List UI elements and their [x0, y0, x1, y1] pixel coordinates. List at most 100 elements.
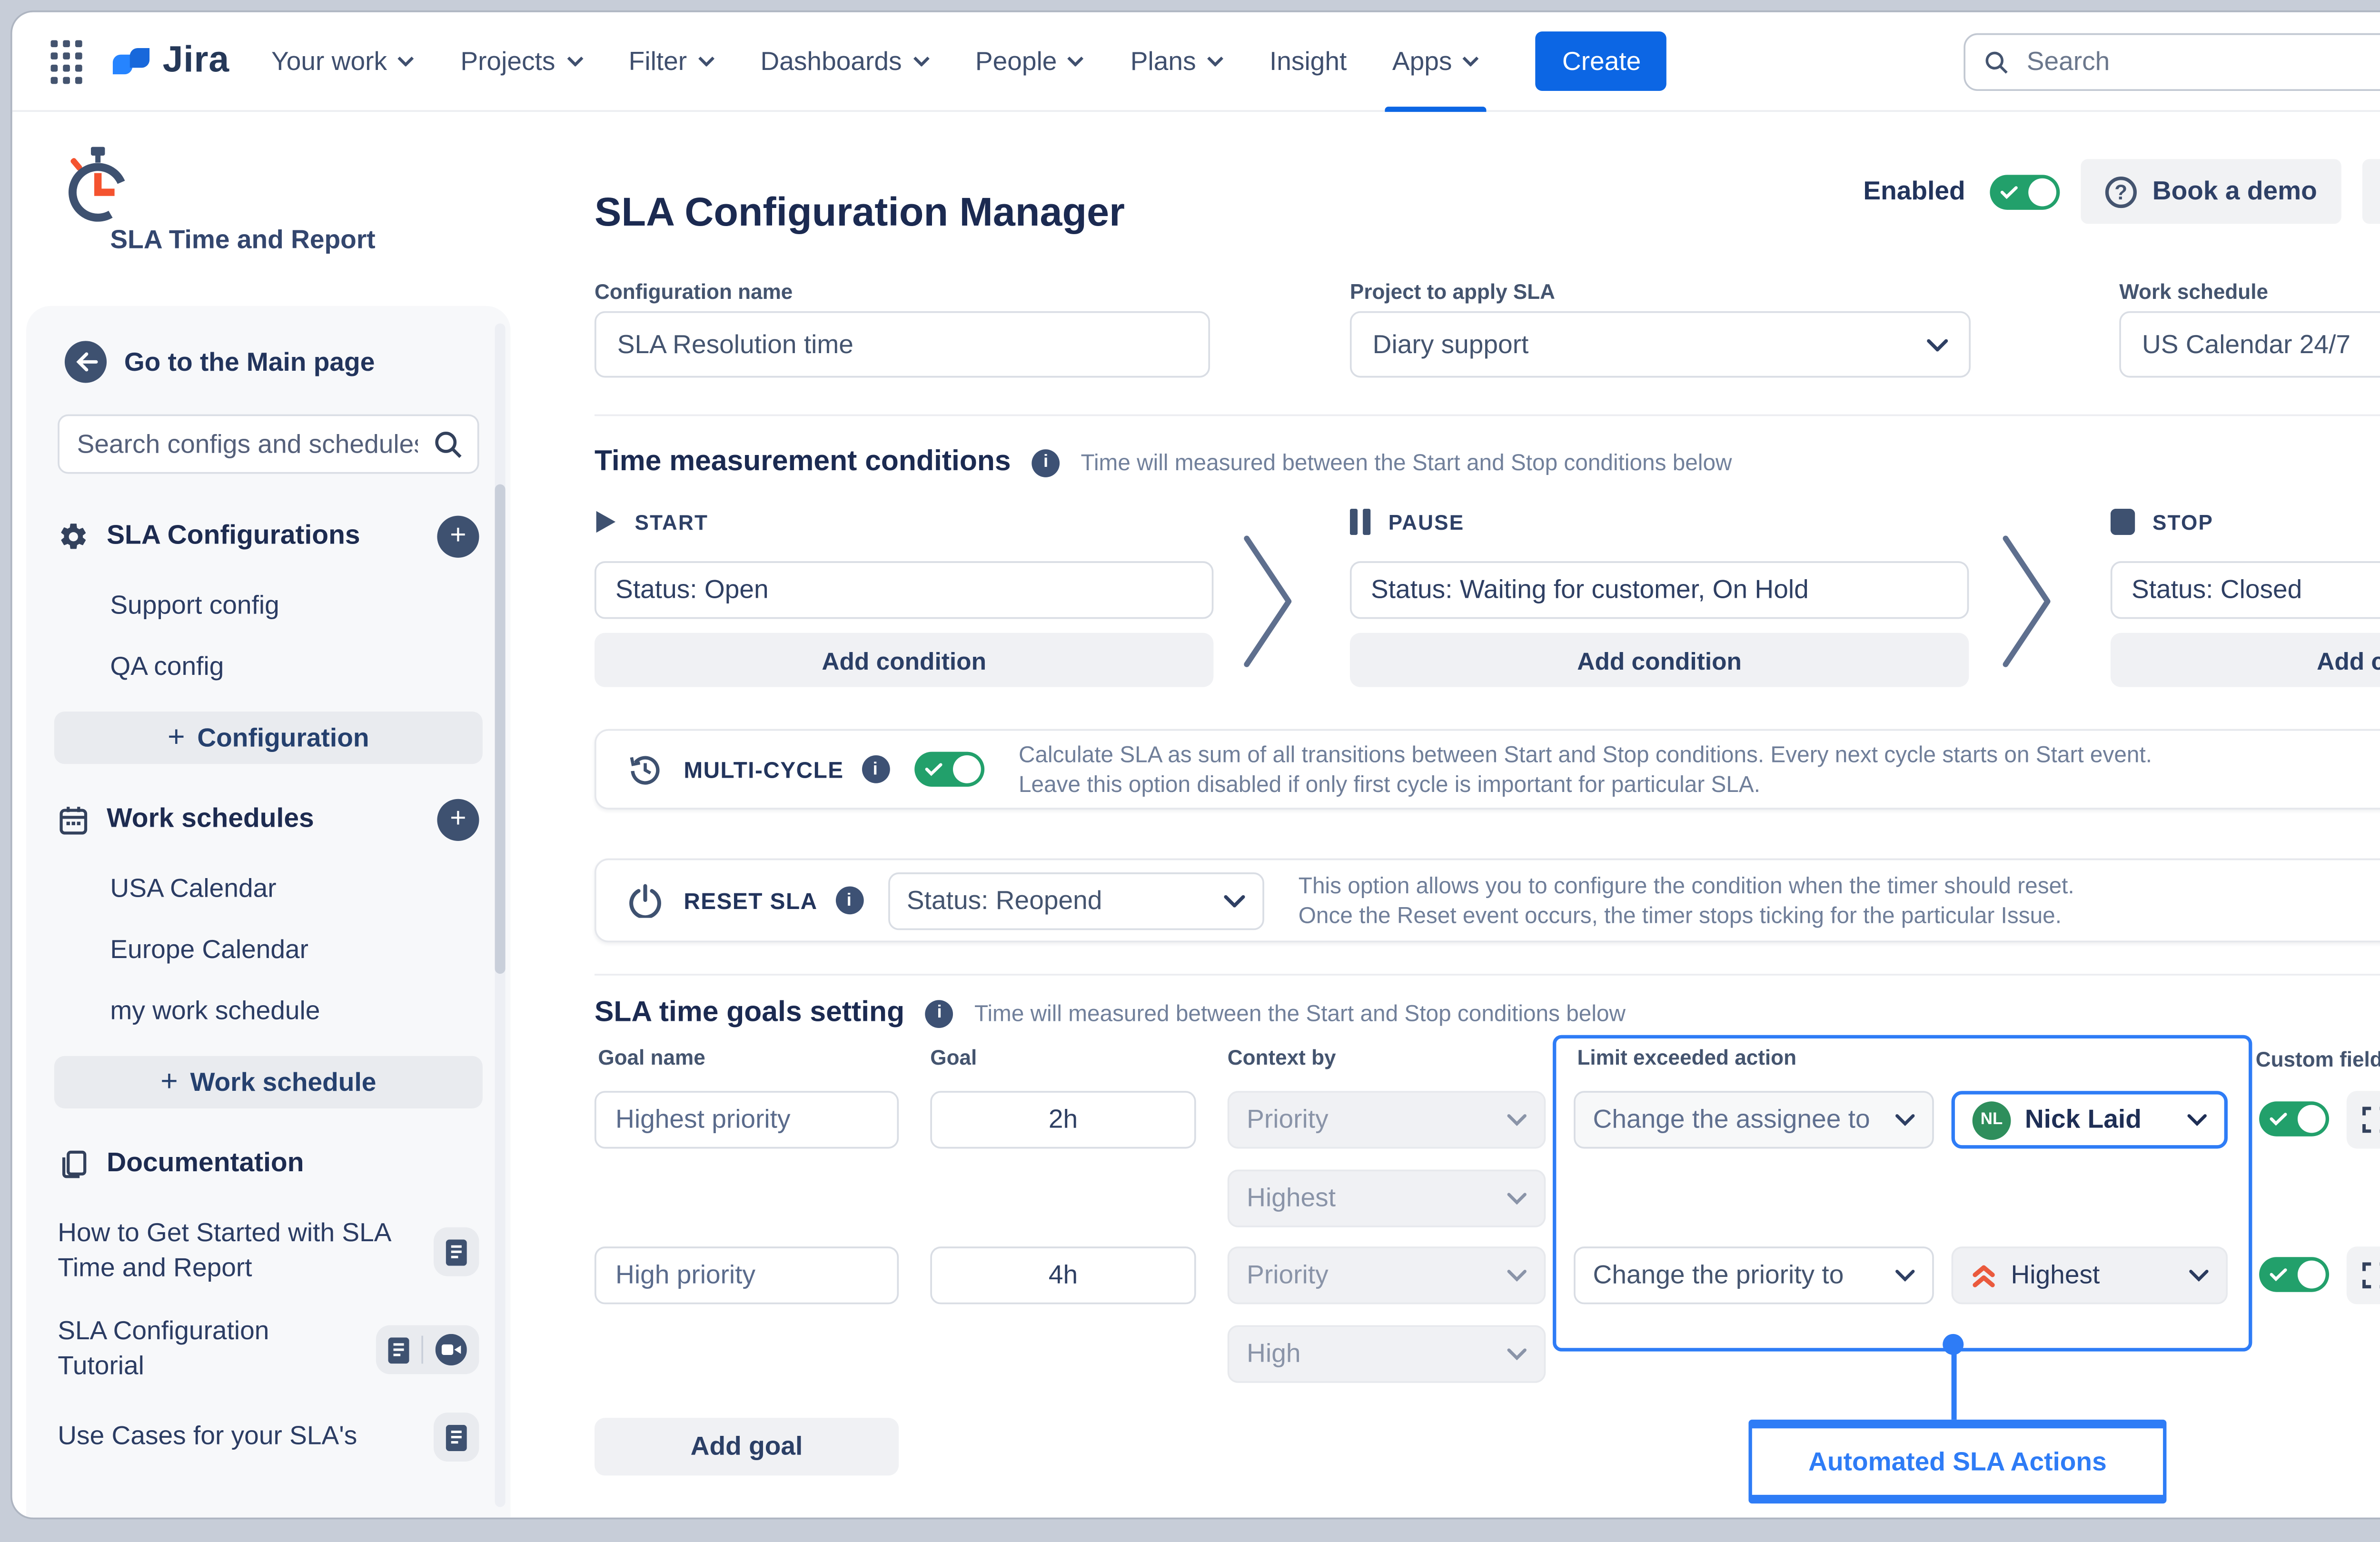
sidebar-item-usa-calendar[interactable]: USA Calendar — [54, 859, 483, 920]
nav-filter[interactable]: Filter — [629, 12, 715, 111]
configs-search-input[interactable] — [58, 415, 479, 474]
sidebar-item-europe-calendar[interactable]: Europe Calendar — [54, 919, 483, 981]
multi-cycle-label: MULTI-CYCLE — [684, 756, 843, 782]
sidebar-scrollbar[interactable] — [495, 484, 506, 974]
nav-your-work[interactable]: Your work — [271, 12, 415, 111]
sidebar-item-my-work-schedule[interactable]: my work schedule — [54, 981, 483, 1042]
chevron-down-icon — [2188, 1114, 2207, 1126]
chevron-down-icon — [1507, 1348, 1527, 1360]
nav-dashboards[interactable]: Dashboards — [760, 12, 930, 111]
stop-condition-field[interactable]: Status: Closed — [2111, 561, 2380, 619]
doc-link-use-cases[interactable]: Use Cases for your SLA's — [54, 1399, 483, 1476]
nav-right-cluster: 9+ ? — [1964, 32, 2380, 90]
doc-link-configuration-tutorial[interactable]: SLA Configuration Tutorial — [54, 1301, 483, 1399]
goal-name-input[interactable] — [595, 1091, 899, 1148]
context-value-select[interactable]: Highest — [1228, 1170, 1546, 1227]
nav-projects[interactable]: Projects — [460, 12, 583, 111]
header-controls: Enabled ? Book a demo Setup Wizard — [1863, 159, 2380, 224]
app-switcher-icon[interactable] — [51, 40, 82, 83]
chevron-down-icon — [397, 56, 415, 67]
add-configuration-button[interactable]: + Configuration — [54, 712, 483, 764]
configs-search[interactable] — [58, 415, 479, 474]
doc-link-get-started[interactable]: How to Get Started with SLA Time and Rep… — [54, 1203, 483, 1301]
jira-logo-text: Jira — [163, 40, 229, 82]
back-arrow-icon — [65, 341, 107, 383]
chevron-down-icon — [1068, 56, 1085, 67]
expand-icon[interactable] — [2347, 1246, 2380, 1304]
add-work-schedule-button[interactable]: + Work schedule — [54, 1056, 483, 1108]
chevron-down-icon — [1207, 56, 1224, 67]
app-title: SLA Time and Report — [110, 226, 375, 255]
limit-action-select[interactable]: Change the assignee to — [1574, 1091, 1934, 1148]
add-configuration-icon-button[interactable]: + — [437, 516, 479, 558]
chevron-down-icon — [2189, 1269, 2208, 1282]
main-menu: Your work Projects Filter Dashboards Peo… — [271, 12, 1667, 111]
book-demo-button[interactable]: ? Book a demo — [2081, 159, 2341, 224]
project-select[interactable]: Diary support — [1350, 311, 1971, 378]
sla-configurations-gear-icon — [58, 521, 89, 553]
enabled-toggle[interactable] — [1990, 174, 2060, 209]
context-by-select[interactable]: Priority — [1228, 1091, 1546, 1148]
work-schedules-section: Work schedules + — [58, 792, 479, 848]
article-video-badge — [376, 1325, 479, 1374]
context-value-select[interactable]: High — [1228, 1325, 1546, 1383]
stop-header: STOP — [2111, 509, 2213, 535]
article-icon — [446, 1424, 467, 1450]
custom-field-toggle[interactable] — [2259, 1101, 2329, 1136]
app-window: Jira Your work Projects Filter Dashboard… — [12, 12, 2380, 1518]
config-name-input[interactable] — [595, 311, 1210, 378]
sidebar: SLA Time and Report Go to the Main page … — [12, 114, 511, 1518]
goal-time-input[interactable] — [930, 1091, 1196, 1148]
pause-header: PAUSE — [1350, 509, 1464, 535]
goal-time-input[interactable] — [930, 1246, 1196, 1304]
search-icon — [1983, 46, 2009, 76]
nav-people[interactable]: People — [975, 12, 1085, 111]
multi-cycle-toggle[interactable] — [914, 752, 984, 787]
info-icon[interactable]: i — [835, 886, 863, 914]
add-schedule-icon-button[interactable]: + — [437, 799, 479, 841]
global-search[interactable] — [1964, 32, 2380, 90]
info-icon[interactable]: i — [861, 755, 889, 783]
context-by-column-header: Context by — [1228, 1046, 1336, 1070]
pause-condition-field[interactable]: Status: Waiting for customer, On Hold — [1350, 561, 1969, 619]
user-avatar: NL — [1973, 1100, 2011, 1139]
start-condition-field[interactable]: Status: Open — [595, 561, 1213, 619]
goal-name-input[interactable] — [595, 1246, 899, 1304]
sidebar-item-support-config[interactable]: Support config — [54, 575, 483, 637]
nav-apps[interactable]: Apps — [1392, 12, 1480, 111]
documents-icon — [58, 1148, 89, 1180]
work-schedule-select[interactable]: US Calendar 24/7 — [2119, 311, 2380, 378]
context-by-select[interactable]: Priority — [1228, 1246, 1546, 1304]
pause-add-condition-button[interactable]: Add condition — [1350, 633, 1969, 687]
expand-icon[interactable] — [2347, 1091, 2380, 1148]
chevron-down-icon — [1463, 56, 1480, 67]
limit-action-select[interactable]: Change the priority to — [1574, 1246, 1934, 1304]
video-icon — [436, 1334, 467, 1365]
start-add-condition-button[interactable]: Add condition — [595, 633, 1213, 687]
assignee-select[interactable]: NL Nick Laid — [1952, 1091, 2228, 1148]
reset-condition-select[interactable]: Status: Reopend — [888, 871, 1264, 929]
sidebar-item-qa-config[interactable]: QA config — [54, 636, 483, 698]
top-navigation: Jira Your work Projects Filter Dashboard… — [12, 12, 2380, 112]
active-tab-indicator — [1385, 106, 1487, 111]
create-button[interactable]: Create — [1536, 31, 1667, 91]
chevron-right-separator-icon — [2000, 533, 2053, 670]
enabled-label: Enabled — [1863, 177, 1965, 206]
global-search-input[interactable] — [2023, 45, 2380, 78]
add-goal-button[interactable]: Add goal — [595, 1418, 899, 1475]
multi-cycle-description: Calculate SLA as sum of all transitions … — [1019, 740, 2152, 799]
info-icon[interactable]: i — [925, 999, 953, 1027]
back-to-main-link[interactable]: Go to the Main page — [65, 341, 483, 383]
search-icon — [432, 428, 463, 460]
priority-value-select[interactable]: Highest — [1952, 1246, 2228, 1304]
jira-logo[interactable]: Jira — [110, 40, 229, 82]
stop-add-condition-button[interactable]: Add condition — [2111, 633, 2380, 687]
nav-plans[interactable]: Plans — [1130, 12, 1224, 111]
custom-field-toggle[interactable] — [2259, 1257, 2329, 1292]
conditions-section-header: Time measurement conditions i Time will … — [595, 446, 1732, 479]
nav-insight[interactable]: Insight — [1269, 12, 1347, 111]
goal-column-header: Goal — [930, 1046, 977, 1070]
setup-wizard-button[interactable]: Setup Wizard — [2362, 159, 2380, 224]
play-icon — [595, 509, 617, 535]
info-icon[interactable]: i — [1032, 448, 1060, 476]
